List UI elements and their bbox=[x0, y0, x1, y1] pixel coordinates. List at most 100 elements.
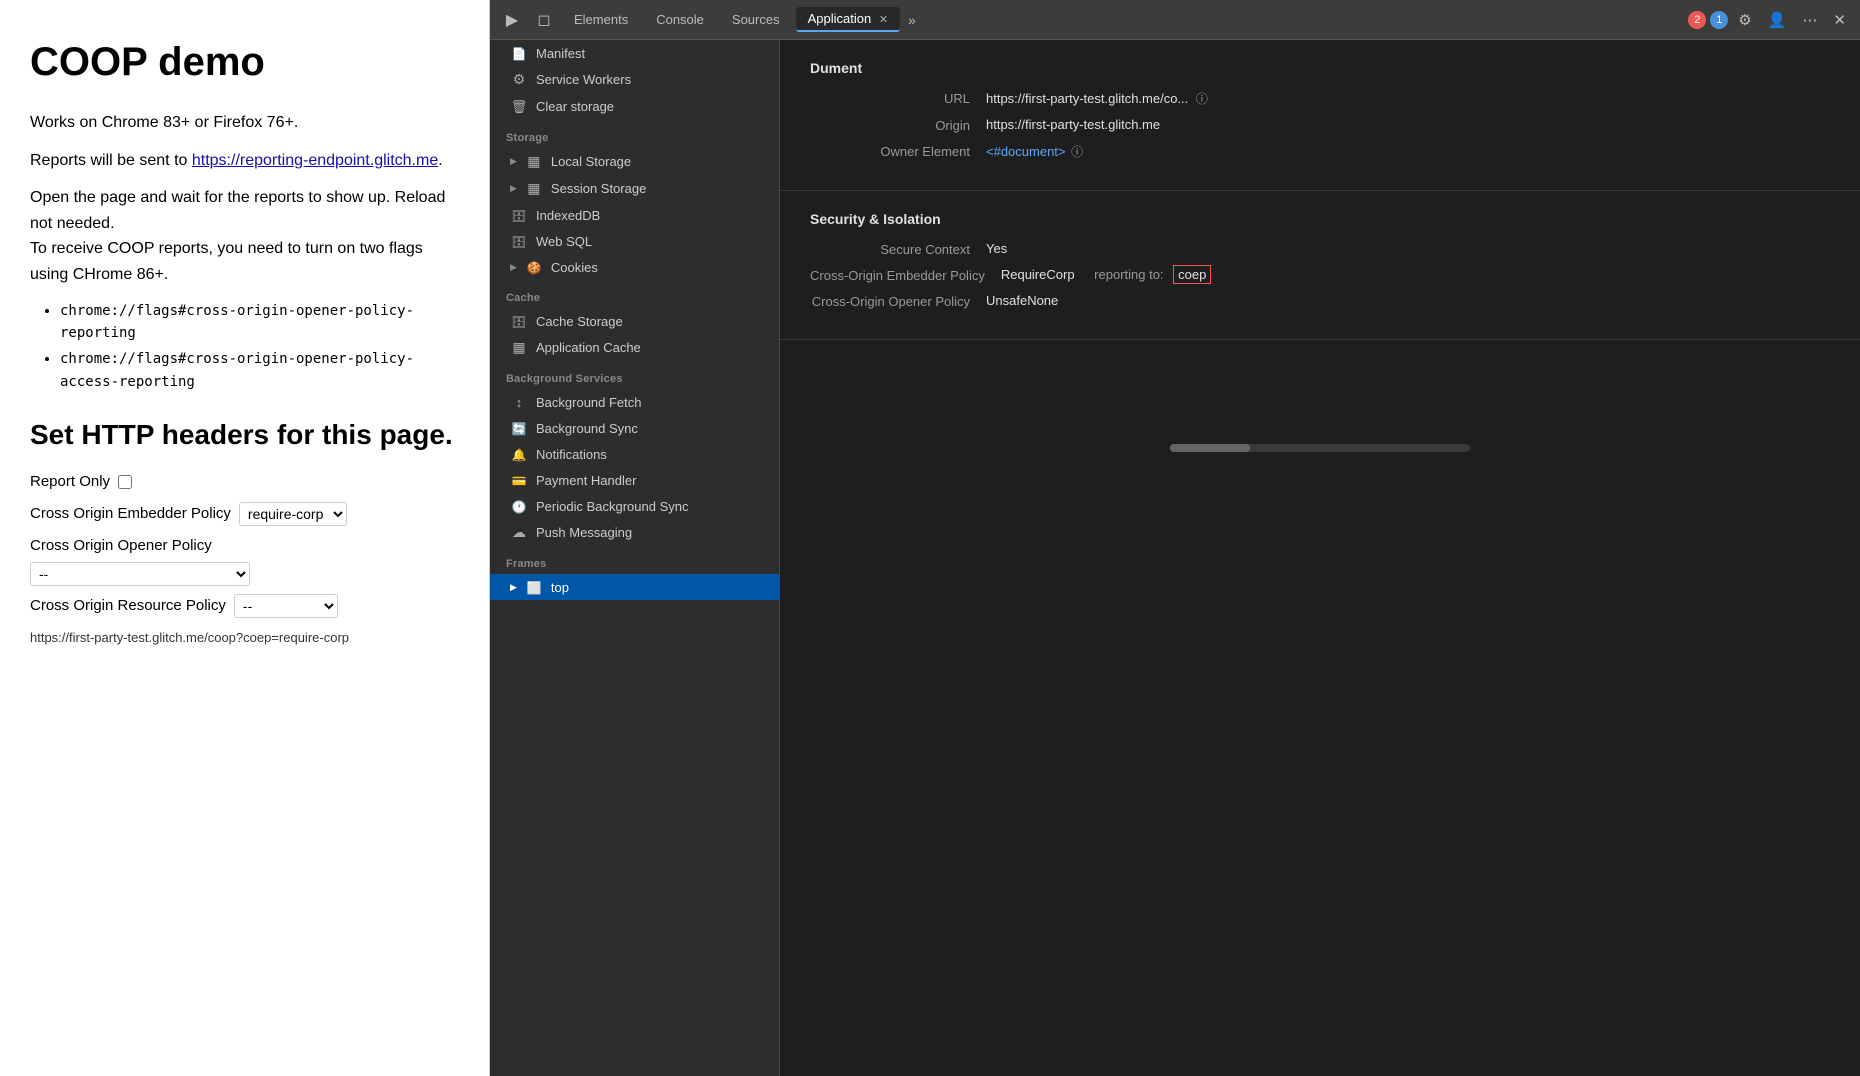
local-storage-chevron bbox=[510, 156, 517, 167]
sidebar-item-app-cache[interactable]: Application Cache bbox=[490, 334, 779, 361]
sidebar-item-push-messaging[interactable]: Push Messaging bbox=[490, 519, 779, 546]
periodic-bg-sync-icon bbox=[510, 498, 528, 514]
session-storage-icon bbox=[525, 180, 543, 197]
url-info-icon[interactable]: ⓘ bbox=[1196, 92, 1208, 106]
coop-label: Cross Origin Opener Policy bbox=[30, 534, 212, 558]
coep-reporting-value: coep bbox=[1173, 265, 1211, 284]
coep-policy-value: RequireCorp reporting to: coep bbox=[1001, 267, 1830, 282]
sidebar-item-payment-handler[interactable]: Payment Handler bbox=[490, 467, 779, 493]
coop-select[interactable]: -- same-origin same-origin-allow-popups bbox=[30, 562, 250, 586]
sidebar-item-payment-handler-label: Payment Handler bbox=[536, 473, 636, 488]
sidebar-item-web-sql-label: Web SQL bbox=[536, 234, 592, 249]
coep-select[interactable]: require-corp unsafe-none bbox=[239, 502, 347, 526]
tab-more-icon[interactable]: » bbox=[904, 8, 920, 32]
clear-storage-icon bbox=[510, 98, 528, 115]
corp-label: Cross Origin Resource Policy bbox=[30, 594, 226, 618]
sidebar-item-clear-storage[interactable]: Clear storage bbox=[490, 93, 779, 120]
sidebar-item-local-storage[interactable]: Local Storage bbox=[490, 148, 779, 175]
sidebar-item-bg-sync[interactable]: Background Sync bbox=[490, 415, 779, 441]
url-bar: https://first-party-test.glitch.me/coop?… bbox=[30, 628, 459, 649]
sidebar-item-session-storage-label: Session Storage bbox=[551, 181, 646, 196]
tab-badges: 2 1 bbox=[1688, 11, 1728, 29]
document-section: Dument URL https://first-party-test.glit… bbox=[780, 40, 1860, 191]
tab-application-close[interactable]: ✕ bbox=[879, 14, 888, 26]
sidebar-item-manifest[interactable]: Manifest bbox=[490, 40, 779, 66]
owner-label: Owner Element bbox=[810, 143, 970, 159]
sidebar-item-top[interactable]: top bbox=[490, 574, 779, 600]
tab-elements[interactable]: Elements bbox=[562, 8, 640, 31]
bg-fetch-icon bbox=[510, 394, 528, 410]
sidebar-item-notifications-label: Notifications bbox=[536, 447, 607, 462]
close-devtools-icon[interactable]: ✕ bbox=[1827, 7, 1852, 33]
info-badge: 1 bbox=[1710, 11, 1728, 29]
coop-policy-row: Cross-Origin Opener Policy UnsafeNone bbox=[810, 293, 1830, 309]
sidebar-item-cache-storage-label: Cache Storage bbox=[536, 314, 623, 329]
reporting-link[interactable]: https://reporting-endpoint.glitch.me bbox=[192, 152, 438, 169]
page-title: COOP demo bbox=[30, 30, 459, 94]
sidebar-item-service-workers[interactable]: Service Workers bbox=[490, 66, 779, 93]
owner-row: Owner Element <#document> ⓘ bbox=[810, 143, 1830, 160]
sidebar-item-clear-storage-label: Clear storage bbox=[536, 99, 614, 114]
horizontal-scrollbar-track[interactable] bbox=[1170, 444, 1470, 452]
secure-context-label: Secure Context bbox=[810, 241, 970, 257]
url-label: URL bbox=[810, 90, 970, 106]
sidebar-item-periodic-bg-sync[interactable]: Periodic Background Sync bbox=[490, 493, 779, 519]
bg-services-section-header: Background Services bbox=[490, 361, 779, 389]
sidebar-item-service-workers-label: Service Workers bbox=[536, 72, 631, 87]
owner-value: <#document> ⓘ bbox=[986, 143, 1830, 160]
coep-label: Cross Origin Embedder Policy bbox=[30, 502, 231, 526]
cookies-chevron bbox=[510, 262, 517, 273]
tab-sources[interactable]: Sources bbox=[720, 8, 792, 31]
instructions-text: Open the page and wait for the reports t… bbox=[30, 185, 459, 287]
set-headers-title: Set HTTP headers for this page. bbox=[30, 413, 459, 458]
corp-select[interactable]: -- same-origin same-site cross-origin bbox=[234, 594, 338, 618]
security-section-title: Security & Isolation bbox=[810, 211, 1830, 227]
sidebar-item-indexeddb[interactable]: IndexedDB bbox=[490, 202, 779, 228]
session-storage-chevron bbox=[510, 183, 517, 194]
horizontal-scrollbar-thumb[interactable] bbox=[1170, 444, 1250, 452]
sidebar-item-periodic-bg-sync-label: Periodic Background Sync bbox=[536, 499, 688, 514]
tab-application[interactable]: Application ✕ bbox=[796, 7, 900, 32]
url-value: https://first-party-test.glitch.me/co...… bbox=[986, 90, 1830, 107]
sidebar-item-app-cache-label: Application Cache bbox=[536, 340, 641, 355]
origin-value: https://first-party-test.glitch.me bbox=[986, 117, 1830, 132]
app-cache-icon bbox=[510, 339, 528, 356]
empty-content-area bbox=[780, 340, 1860, 460]
sidebar-item-cookies[interactable]: Cookies bbox=[490, 254, 779, 280]
page-content: COOP demo Works on Chrome 83+ or Firefox… bbox=[0, 0, 490, 1076]
flag-item-1: chrome://flags#cross-origin-opener-polic… bbox=[60, 300, 459, 345]
works-on-text: Works on Chrome 83+ or Firefox 76+. bbox=[30, 110, 459, 136]
payment-handler-icon bbox=[510, 472, 528, 488]
devtools-tab-bar: ▶ ◻ Elements Console Sources Application… bbox=[490, 0, 1860, 40]
web-sql-icon bbox=[510, 233, 528, 249]
coop-row: Cross Origin Opener Policy -- same-origi… bbox=[30, 534, 459, 586]
profile-icon[interactable]: 👤 bbox=[1762, 7, 1793, 33]
sidebar-item-session-storage[interactable]: Session Storage bbox=[490, 175, 779, 202]
more-options-icon[interactable]: ⋯ bbox=[1796, 7, 1823, 33]
sidebar-item-notifications[interactable]: Notifications bbox=[490, 441, 779, 467]
inspect-icon[interactable]: ◻ bbox=[530, 6, 558, 34]
local-storage-icon bbox=[525, 153, 543, 170]
report-only-checkbox[interactable] bbox=[118, 475, 132, 489]
cookies-icon bbox=[525, 259, 543, 275]
sidebar-item-bg-sync-label: Background Sync bbox=[536, 421, 638, 436]
indexeddb-icon bbox=[510, 207, 528, 223]
security-section: Security & Isolation Secure Context Yes … bbox=[780, 191, 1860, 340]
settings-icon[interactable]: ⚙ bbox=[1732, 7, 1757, 33]
coop-policy-label: Cross-Origin Opener Policy bbox=[810, 293, 970, 309]
owner-element-link[interactable]: <#document> bbox=[986, 144, 1066, 159]
owner-info-icon[interactable]: ⓘ bbox=[1071, 145, 1083, 159]
coep-row: Cross Origin Embedder Policy require-cor… bbox=[30, 502, 459, 526]
reporting-text: Reports will be sent to https://reportin… bbox=[30, 148, 459, 174]
storage-section-header: Storage bbox=[490, 120, 779, 148]
origin-label: Origin bbox=[810, 117, 970, 133]
sidebar-item-manifest-label: Manifest bbox=[536, 46, 585, 61]
tab-console[interactable]: Console bbox=[644, 8, 716, 31]
cursor-icon[interactable]: ▶ bbox=[498, 6, 526, 34]
coep-policy-row: Cross-Origin Embedder Policy RequireCorp… bbox=[810, 267, 1830, 283]
sidebar-item-cache-storage[interactable]: Cache Storage bbox=[490, 308, 779, 334]
sidebar-item-bg-fetch[interactable]: Background Fetch bbox=[490, 389, 779, 415]
coep-reporting-label: reporting to: bbox=[1094, 267, 1167, 282]
sidebar-item-cookies-label: Cookies bbox=[551, 260, 598, 275]
sidebar-item-web-sql[interactable]: Web SQL bbox=[490, 228, 779, 254]
